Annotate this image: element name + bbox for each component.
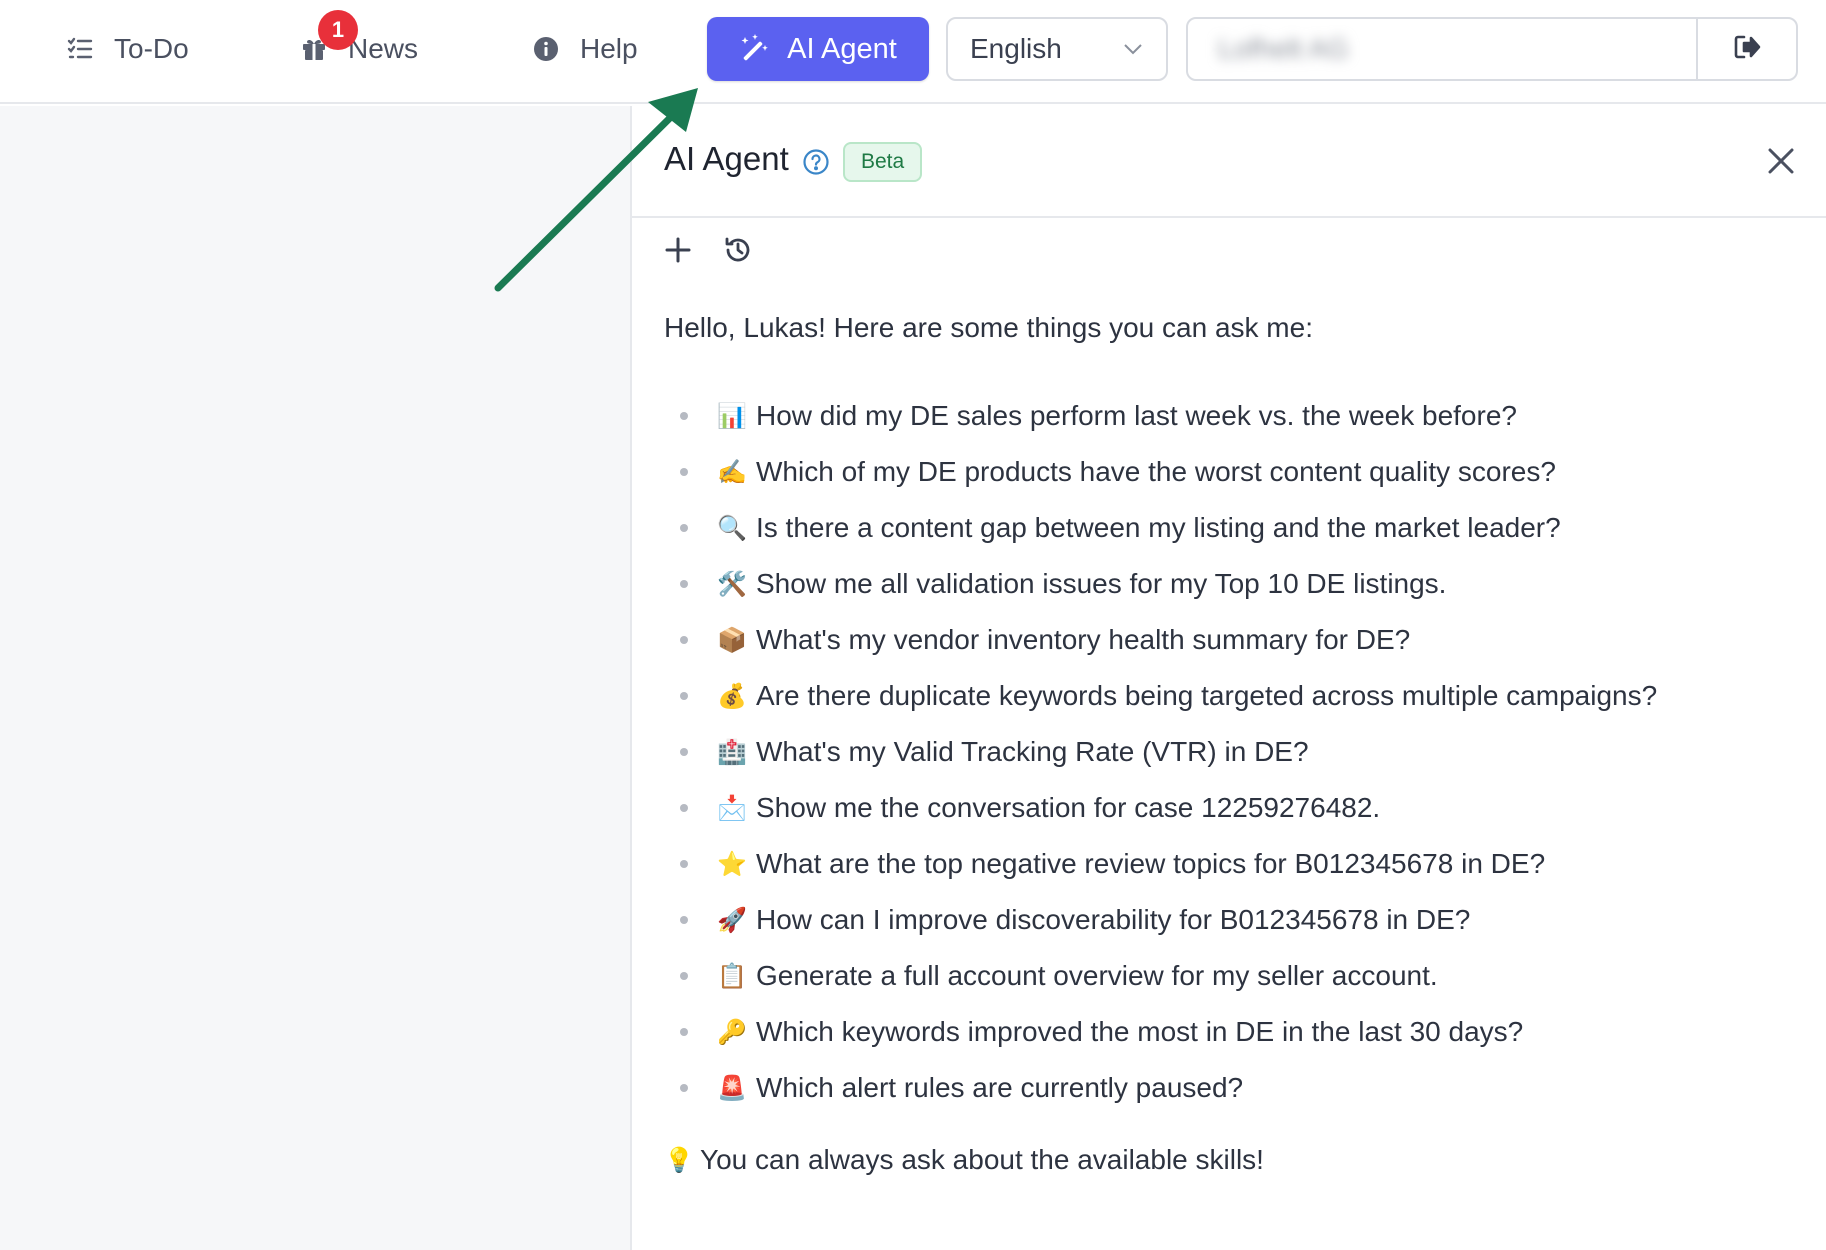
suggestion-text: Which of my DE products have the worst c… [756,456,1556,487]
bullet-dot [680,412,688,420]
logout-icon [1732,32,1762,67]
suggestion-text: Is there a content gap between my listin… [756,512,1561,543]
account-switcher[interactable]: Lofhelt AG [1186,17,1798,81]
ai-agent-button-label: AI Agent [787,32,897,65]
suggestion-emoji-icon: ✍️ [717,458,747,486]
suggestion-emoji-icon: 📊 [717,402,747,430]
suggestion-text: Are there duplicate keywords being targe… [756,680,1658,711]
nav-help[interactable]: Help [530,18,638,80]
greeting-text: Hello, Lukas! Here are some things you c… [664,312,1313,343]
history-icon[interactable] [720,232,756,268]
suggestion-emoji-icon: 🚨 [717,1074,747,1102]
suggestion-emoji-icon: 📩 [717,794,747,822]
suggestion-item[interactable]: 📦 What's my vendor inventory health summa… [680,612,1657,668]
suggestion-text: What's my Valid Tracking Rate (VTR) in D… [756,736,1309,767]
panel-header: AI Agent Beta [632,106,1826,218]
tip-line: 💡 You can always ask about the available… [664,1144,1264,1176]
nav-news[interactable]: 1 News [298,10,419,80]
bullet-dot [680,692,688,700]
lightbulb-icon: 💡 [664,1146,694,1174]
suggestion-item[interactable]: 📋 Generate a full account overview for my… [680,948,1657,1004]
suggestion-text: Which keywords improved the most in DE i… [756,1016,1524,1047]
suggestion-list: 📊 How did my DE sales perform last week v… [680,388,1657,1116]
suggestion-text: Show me all validation issues for my Top… [756,568,1447,599]
nav-news-label: News [348,33,419,64]
chevron-down-icon [1122,38,1144,60]
suggestion-item[interactable]: ✍️ Which of my DE products have the worst… [680,444,1657,500]
suggestion-text: Generate a full account overview for my … [756,960,1438,991]
suggestion-item[interactable]: 🔑 Which keywords improved the most in DE … [680,1004,1657,1060]
suggestion-item[interactable]: 🔍 Is there a content gap between my listi… [680,500,1657,556]
ai-agent-panel: AI Agent Beta Hello, Lukas! Here are som… [630,106,1826,1250]
bullet-dot [680,580,688,588]
bullet-dot [680,972,688,980]
news-notification-badge: 1 [318,10,358,50]
suggestion-text: How can I improve discoverability for B0… [756,904,1471,935]
suggestion-text: Which alert rules are currently paused? [756,1072,1244,1103]
nav-todo[interactable]: To-Do [64,18,189,80]
suggestion-text: Show me the conversation for case 122592… [756,792,1381,823]
ai-agent-button[interactable]: AI Agent [707,17,929,81]
suggestion-emoji-icon: 🏥 [717,738,747,766]
suggestion-item[interactable]: 📊 How did my DE sales perform last week v… [680,388,1657,444]
suggestion-text: What are the top negative review topics … [756,848,1546,879]
bullet-dot [680,1084,688,1092]
suggestion-item[interactable]: ⭐ What are the top negative review topics… [680,836,1657,892]
info-icon [530,33,562,65]
bullet-dot [680,468,688,476]
suggestion-emoji-icon: 📦 [717,626,747,654]
suggestion-emoji-icon: 🔍 [717,514,747,542]
bullet-dot [680,804,688,812]
suggestion-item[interactable]: 💰 Are there duplicate keywords being targ… [680,668,1657,724]
suggestion-emoji-icon: ⭐ [717,850,747,878]
suggestion-emoji-icon: 💰 [717,682,747,710]
suggestion-text: What's my vendor inventory health summar… [756,624,1411,655]
suggestion-emoji-icon: 🔑 [717,1018,747,1046]
language-select[interactable]: English [946,17,1168,81]
main-content-area [0,106,630,1250]
suggestion-item[interactable]: 🛠️ Show me all validation issues for my T… [680,556,1657,612]
bullet-dot [680,860,688,868]
suggestion-item[interactable]: 🏥 What's my Valid Tracking Rate (VTR) in … [680,724,1657,780]
bullet-dot [680,748,688,756]
panel-title: AI Agent [664,140,789,177]
magic-wand-icon [739,33,771,65]
bullet-dot [680,916,688,924]
suggestion-emoji-icon: 📋 [717,962,747,990]
suggestion-emoji-icon: 🛠️ [717,570,747,598]
suggestion-item[interactable]: 🚨 Which alert rules are currently paused? [680,1060,1657,1116]
suggestion-item[interactable]: 🚀 How can I improve discoverability for B… [680,892,1657,948]
account-name: Lofhelt AG [1218,33,1349,64]
bullet-dot [680,1028,688,1036]
bullet-dot [680,636,688,644]
close-icon[interactable] [1766,146,1798,178]
logout-button[interactable] [1696,19,1796,79]
checklist-icon [64,33,96,65]
suggestion-item[interactable]: 📩 Show me the conversation for case 12259… [680,780,1657,836]
nav-help-label: Help [580,33,638,64]
tip-text: You can always ask about the available s… [700,1144,1264,1175]
plus-icon[interactable] [660,232,696,268]
language-selected-value: English [970,33,1062,64]
beta-badge: Beta [843,142,923,182]
panel-toolbar [660,232,756,268]
suggestion-emoji-icon: 🚀 [717,906,747,934]
suggestion-text: How did my DE sales perform last week vs… [756,400,1517,431]
nav-todo-label: To-Do [114,33,189,64]
bullet-dot [680,524,688,532]
top-navigation-bar: To-Do 1 News Help AI Agent English Lofhe… [0,0,1826,104]
question-circle-icon[interactable] [802,148,830,176]
